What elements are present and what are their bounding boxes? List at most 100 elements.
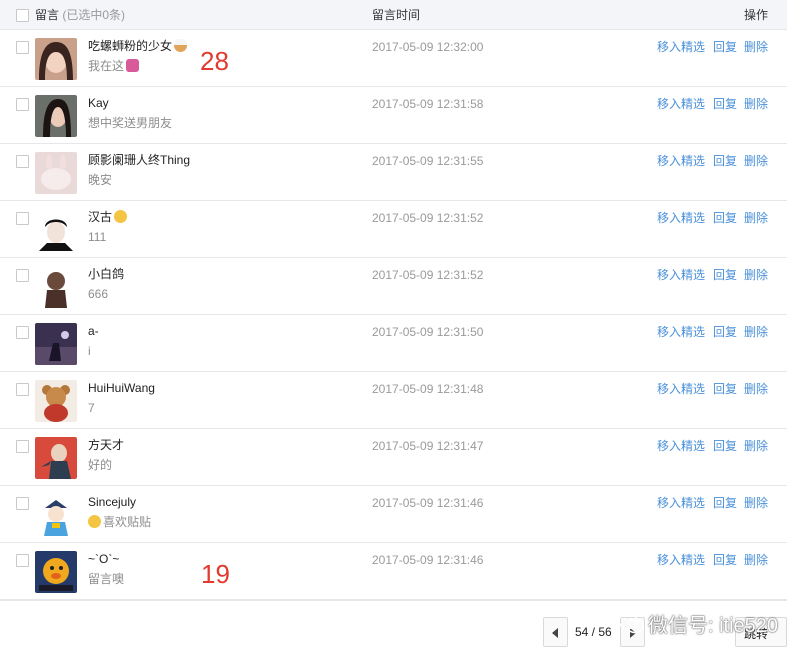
message-content: 111: [88, 230, 107, 244]
avatar: [35, 323, 77, 365]
message-content: 留言噢: [88, 572, 125, 586]
header-selected-count: (已选中0条): [62, 8, 126, 22]
table-row: Kay 想中奖送男朋友 2017-05-09 12:31:58 移入精选 回复 …: [0, 87, 787, 144]
nickname: HuiHuiWang: [88, 381, 155, 395]
row-checkbox[interactable]: [16, 440, 29, 453]
message-time: 2017-05-09 12:31:52: [372, 211, 484, 225]
feature-link[interactable]: 移入精选: [657, 496, 705, 510]
annotation-count-bottom: 19: [201, 559, 230, 589]
annotation-count-top: 28: [200, 46, 229, 76]
reply-link[interactable]: 回复: [713, 439, 737, 453]
message-time: 2017-05-09 12:31:46: [372, 553, 484, 567]
row-checkbox[interactable]: [16, 155, 29, 168]
message-time: 2017-05-09 12:32:00: [372, 40, 484, 54]
select-all-checkbox[interactable]: [16, 9, 29, 22]
table-row: ~`O`~ 留言噢 2017-05-09 12:31:46 移入精选 回复 删除: [0, 543, 787, 600]
message-time: 2017-05-09 12:31:52: [372, 268, 484, 282]
list-header: 留言 (已选中0条) 留言时间 操作: [0, 0, 787, 30]
nickname: a-: [88, 324, 99, 338]
header-message-label: 留言: [35, 8, 60, 22]
row-checkbox[interactable]: [16, 554, 29, 567]
row-checkbox[interactable]: [16, 326, 29, 339]
nickname: 吃螺蛳粉的少女: [88, 39, 188, 53]
reply-link[interactable]: 回复: [713, 97, 737, 111]
message-time: 2017-05-09 12:31:55: [372, 154, 484, 168]
delete-link[interactable]: 删除: [744, 439, 768, 453]
delete-link[interactable]: 删除: [744, 325, 768, 339]
table-row: 吃螺蛳粉的少女 我在这 2017-05-09 12:32:00 移入精选 回复 …: [0, 30, 787, 87]
delete-link[interactable]: 删除: [744, 40, 768, 54]
nickname: 方天才: [88, 438, 125, 452]
delete-link[interactable]: 删除: [744, 154, 768, 168]
avatar: [35, 95, 77, 137]
noodle-bowl-icon: [174, 39, 188, 52]
message-content: 想中奖送男朋友: [88, 116, 173, 130]
nickname: Sincejuly: [88, 495, 137, 509]
nickname: ~`O`~: [88, 552, 120, 566]
row-checkbox[interactable]: [16, 41, 29, 54]
message-content: i: [88, 344, 91, 358]
reply-link[interactable]: 回复: [713, 211, 737, 225]
message-content: 好的: [88, 458, 113, 472]
watermark: 微信号: itie520: [618, 608, 778, 638]
row-checkbox[interactable]: [16, 269, 29, 282]
message-time: 2017-05-09 12:31:50: [372, 325, 484, 339]
message-content: 晚安: [88, 173, 113, 187]
avatar: [35, 38, 77, 80]
delete-link[interactable]: 删除: [744, 268, 768, 282]
delete-link[interactable]: 删除: [744, 97, 768, 111]
avatar: [35, 380, 77, 422]
nickname: 顾影阑珊人终Thing: [88, 153, 191, 167]
reply-link[interactable]: 回复: [713, 553, 737, 567]
message-time: 2017-05-09 12:31:47: [372, 439, 484, 453]
table-row: 小白鸽 666 2017-05-09 12:31:52 移入精选 回复 删除: [0, 258, 787, 315]
feature-link[interactable]: 移入精选: [657, 154, 705, 168]
feature-link[interactable]: 移入精选: [657, 268, 705, 282]
table-row: 汉古 111 2017-05-09 12:31:52 移入精选 回复 删除: [0, 201, 787, 258]
page-indicator: 54 / 56: [575, 625, 612, 639]
table-row: HuiHuiWang 7 2017-05-09 12:31:48 移入精选 回复…: [0, 372, 787, 429]
row-checkbox[interactable]: [16, 212, 29, 225]
prev-page-button[interactable]: [543, 617, 568, 647]
chevron-left-icon: [552, 628, 558, 638]
delete-link[interactable]: 删除: [744, 553, 768, 567]
delete-link[interactable]: 删除: [744, 382, 768, 396]
reply-link[interactable]: 回复: [713, 154, 737, 168]
avatar: [35, 551, 77, 593]
reply-link[interactable]: 回复: [713, 40, 737, 54]
feature-link[interactable]: 移入精选: [657, 439, 705, 453]
feature-link[interactable]: 移入精选: [657, 40, 705, 54]
reply-link[interactable]: 回复: [713, 325, 737, 339]
row-checkbox[interactable]: [16, 383, 29, 396]
header-message: 留言 (已选中0条): [35, 8, 125, 22]
feature-link[interactable]: 移入精选: [657, 325, 705, 339]
delete-link[interactable]: 删除: [744, 211, 768, 225]
feature-link[interactable]: 移入精选: [657, 382, 705, 396]
row-checkbox[interactable]: [16, 98, 29, 111]
row-checkbox[interactable]: [16, 497, 29, 510]
table-row: 方天才 好的 2017-05-09 12:31:47 移入精选 回复 删除: [0, 429, 787, 486]
message-content: 7: [88, 401, 95, 415]
message-text: 喜欢贴贴: [103, 515, 152, 529]
feature-link[interactable]: 移入精选: [657, 211, 705, 225]
reply-link[interactable]: 回复: [713, 382, 737, 396]
reply-link[interactable]: 回复: [713, 496, 737, 510]
avatar: [35, 266, 77, 308]
feature-link[interactable]: 移入精选: [657, 553, 705, 567]
feature-link[interactable]: 移入精选: [657, 97, 705, 111]
avatar: [35, 209, 77, 251]
delete-link[interactable]: 删除: [744, 496, 768, 510]
message-content: 喜欢贴贴: [88, 515, 151, 529]
message-list: 留言 (已选中0条) 留言时间 操作 吃螺蛳粉的少女 我在这 2017-05-0…: [0, 0, 787, 601]
shy-face-icon: [114, 210, 128, 223]
nickname-text: 吃螺蛳粉的少女: [88, 39, 173, 53]
message-text: 我在这: [88, 59, 125, 73]
nickname: Kay: [88, 96, 109, 110]
reply-link[interactable]: 回复: [713, 268, 737, 282]
table-row: a- i 2017-05-09 12:31:50 移入精选 回复 删除: [0, 315, 787, 372]
avatar: [35, 437, 77, 479]
nickname: 汉古: [88, 210, 128, 224]
message-time: 2017-05-09 12:31:58: [372, 97, 484, 111]
table-row: Sincejuly 喜欢贴贴 2017-05-09 12:31:46 移入精选 …: [0, 486, 787, 543]
watermark-text: 微信号: itie520: [648, 614, 779, 637]
